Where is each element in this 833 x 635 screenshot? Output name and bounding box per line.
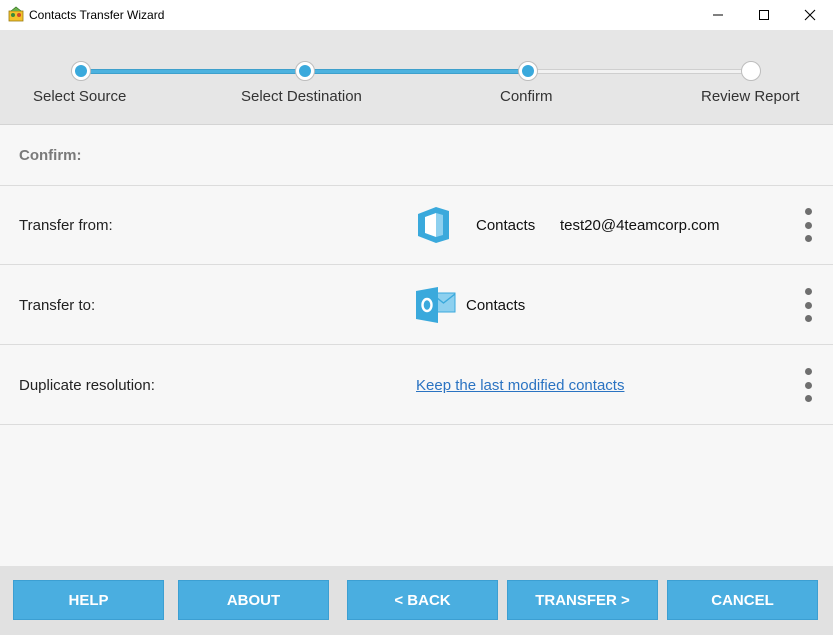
step-connector: [90, 69, 296, 74]
close-button[interactable]: [787, 0, 833, 30]
step-label-select-destination: Select Destination: [241, 88, 362, 105]
footer-bar: HELP ABOUT < BACK TRANSFER > CANCEL: [0, 566, 833, 635]
destination-folder: Contacts: [466, 297, 526, 314]
step-connector: [537, 69, 743, 74]
source-account: test20@4teamcorp.com: [560, 217, 720, 234]
step-node-select-destination: [295, 61, 315, 81]
help-button[interactable]: HELP: [13, 580, 164, 620]
more-icon: [804, 288, 812, 295]
transfer-from-label: Transfer from:: [19, 217, 113, 234]
duplicate-resolution-more-button[interactable]: [802, 368, 814, 402]
duplicate-resolution-link[interactable]: Keep the last modified contacts: [416, 377, 624, 394]
more-icon: [804, 208, 812, 215]
transfer-to-label: Transfer to:: [19, 297, 96, 314]
title-bar: Contacts Transfer Wizard: [0, 0, 833, 30]
transfer-to-more-button[interactable]: [802, 288, 814, 322]
transfer-from-row: Transfer from: Contacts test20@4teamcorp…: [0, 186, 833, 265]
maximize-button[interactable]: [741, 0, 787, 30]
cancel-button[interactable]: CANCEL: [667, 580, 818, 620]
step-label-confirm: Confirm: [500, 88, 553, 105]
close-icon: [804, 9, 816, 21]
duplicate-resolution-label: Duplicate resolution:: [19, 377, 155, 394]
confirm-header-row: Confirm:: [0, 126, 833, 186]
back-button[interactable]: < BACK: [347, 580, 498, 620]
about-button[interactable]: ABOUT: [178, 580, 329, 620]
maximize-icon: [759, 10, 769, 20]
step-label-select-source: Select Source: [33, 88, 127, 105]
window-title: Contacts Transfer Wizard: [29, 8, 165, 22]
step-node-select-source: [71, 61, 91, 81]
step-node-review-report: [741, 61, 761, 81]
transfer-button[interactable]: TRANSFER >: [507, 580, 658, 620]
app-icon: [8, 6, 24, 22]
minimize-icon: [713, 14, 723, 16]
source-folder: Contacts: [476, 217, 536, 234]
step-label-review-report: Review Report: [701, 88, 800, 105]
wizard-stepper: Select Source Select Destination Confirm…: [0, 30, 833, 125]
outlook-icon: [416, 287, 456, 323]
transfer-to-row: Transfer to: Contacts: [0, 265, 833, 345]
step-node-confirm: [518, 61, 538, 81]
duplicate-resolution-row: Duplicate resolution: Keep the last modi…: [0, 345, 833, 425]
transfer-from-more-button[interactable]: [802, 208, 814, 242]
more-icon: [804, 368, 812, 375]
step-connector: [314, 69, 519, 74]
section-title: Confirm:: [19, 147, 82, 164]
office-icon: [418, 207, 449, 243]
minimize-button[interactable]: [695, 0, 741, 30]
